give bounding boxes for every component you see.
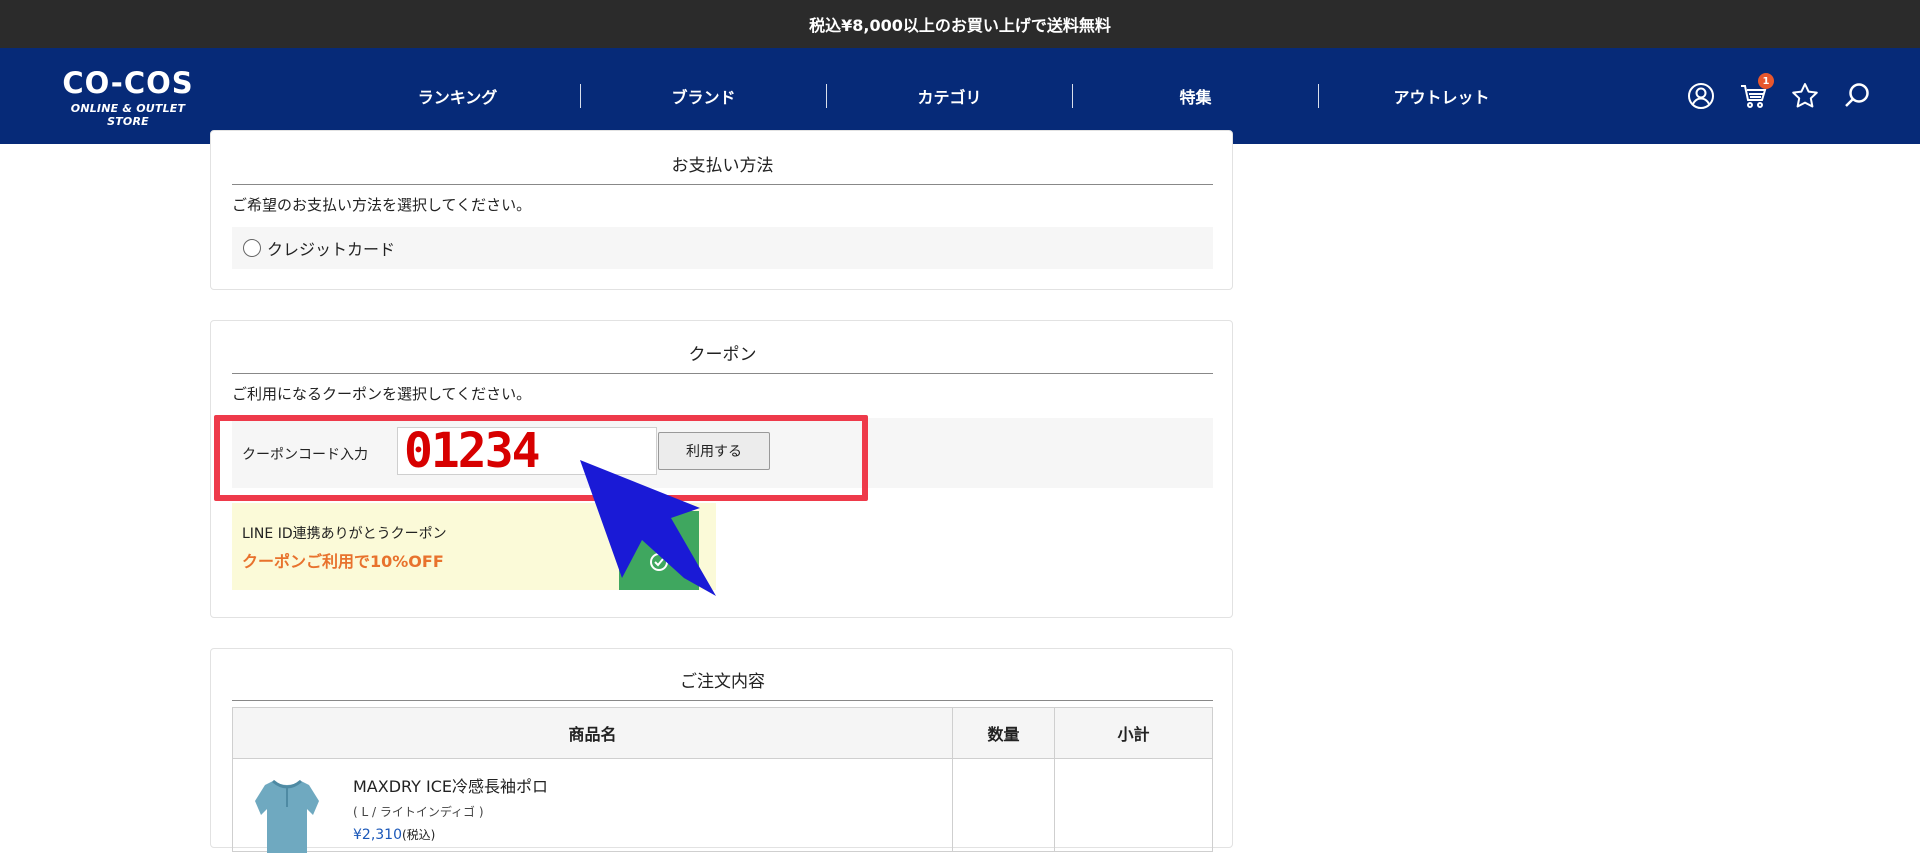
payment-option-credit-card[interactable]: クレジットカード: [232, 227, 1213, 269]
product-info: MAXDRY ICE冷感長袖ポロ ( L / ライトインディゴ ) ¥2,310…: [353, 773, 548, 843]
apply-coupon-button[interactable]: 利用する: [658, 432, 770, 470]
credit-card-label: クレジットカード: [267, 240, 396, 259]
coupon-description: ご利用になるクーポンを選択してください。: [232, 385, 532, 403]
coupon-section: クーポン ご利用になるクーポンを選択してください。 クーポンコード入力 利用する…: [210, 320, 1233, 618]
payment-section: お支払い方法 ご希望のお支払い方法を選択してください。 クレジットカード: [210, 130, 1233, 290]
product-image[interactable]: [251, 773, 323, 853]
coupon-code-input[interactable]: [397, 427, 657, 475]
order-table: 商品名 数量 小計 MAXDRY ICE冷感長袖ポロ ( L / ライトインディ…: [232, 707, 1213, 853]
line-coupon-card: LINE ID連携ありがとうクーポン クーポンご利用で10%OFF 中: [232, 503, 716, 590]
coupon-title: クーポン: [232, 340, 1213, 374]
coupon-code-label: クーポンコード入力: [242, 447, 368, 463]
nav-ranking[interactable]: ランキング: [335, 84, 580, 108]
search-icon[interactable]: [1842, 81, 1872, 111]
logo-name: CO-COS: [62, 66, 194, 100]
header-icons: 1: [1686, 48, 1872, 144]
user-icon[interactable]: [1686, 81, 1716, 111]
order-section: ご注文内容 商品名 数量 小計 MAXDRY ICE冷感長袖ポロ (L / ラ…: [210, 648, 1233, 853]
quantity-cell: [952, 758, 1055, 852]
order-title: ご注文内容: [232, 667, 1213, 701]
product-name[interactable]: MAXDRY ICE冷感長袖ポロ: [353, 773, 548, 797]
product-cell: MAXDRY ICE冷感長袖ポロ ( L / ライトインディゴ ) ¥2,310…: [232, 758, 953, 853]
product-price-tax: (税込): [402, 828, 436, 842]
line-coupon-button-label: 中: [652, 533, 666, 548]
credit-card-radio[interactable]: [243, 239, 261, 257]
free-shipping-banner: 税込¥8,000以上のお買い上げで送料無料: [0, 0, 1920, 48]
nav-brand[interactable]: ブランド: [581, 84, 826, 108]
column-header-subtotal: 小計: [1054, 707, 1213, 759]
nav-category[interactable]: カテゴリ: [827, 84, 1072, 108]
line-coupon-select-button[interactable]: 中: [619, 511, 699, 590]
payment-description: ご希望のお支払い方法を選択してください。: [232, 196, 532, 214]
product-variant: ( L / ライトインディゴ ): [353, 805, 484, 819]
banner-text: 税込¥8,000以上のお買い上げで送料無料: [809, 16, 1111, 35]
cart-count-badge: 1: [1758, 73, 1774, 89]
column-header-product: 商品名: [232, 707, 953, 759]
nav-outlet[interactable]: アウトレット: [1319, 84, 1564, 108]
check-circle-icon: [650, 553, 668, 571]
column-header-quantity: 数量: [952, 707, 1055, 759]
site-logo[interactable]: CO-COS ONLINE & OUTLET STORE: [48, 68, 208, 128]
star-icon[interactable]: [1790, 81, 1820, 111]
product-price-value: ¥2,310: [353, 827, 402, 843]
subtotal-cell: [1054, 758, 1213, 852]
nav-feature[interactable]: 特集: [1073, 84, 1318, 108]
coupon-code-row: クーポンコード入力 利用する: [232, 418, 1213, 488]
cart-icon[interactable]: 1: [1738, 73, 1774, 111]
line-coupon-offer: クーポンご利用で10%OFF: [242, 552, 444, 571]
table-row: MAXDRY ICE冷感長袖ポロ ( L / ライトインディゴ ) ¥2,310…: [232, 758, 1213, 853]
payment-title: お支払い方法: [232, 151, 1213, 185]
logo-tagline: ONLINE & OUTLET STORE: [70, 102, 186, 128]
line-coupon-title: LINE ID連携ありがとうクーポン: [242, 526, 447, 542]
